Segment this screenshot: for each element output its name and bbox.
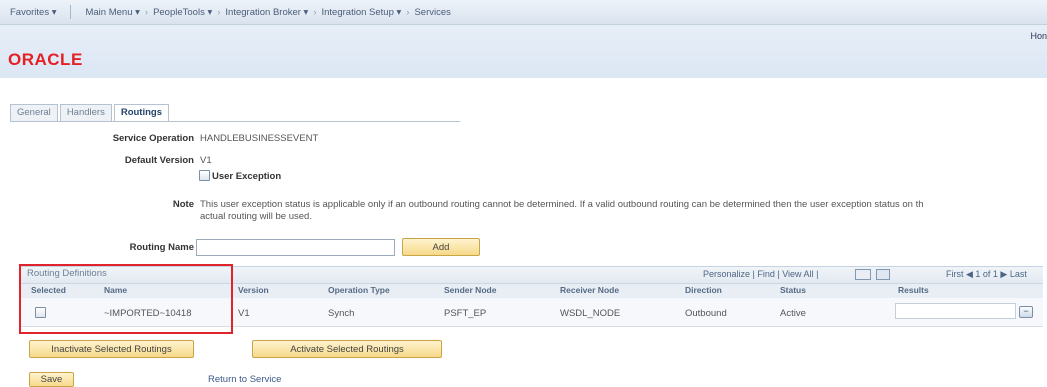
col-operation-type: Operation Type xyxy=(328,285,390,295)
col-status: Status xyxy=(780,285,806,295)
user-exception-checkbox[interactable] xyxy=(199,170,210,181)
row-version: V1 xyxy=(238,308,250,319)
routing-name-input[interactable] xyxy=(196,239,395,256)
service-operation-label: Service Operation xyxy=(112,133,194,144)
return-to-service-link[interactable]: Return to Service xyxy=(208,374,281,385)
nav-services[interactable]: Services xyxy=(410,7,454,18)
oracle-logo: ORACLE xyxy=(8,50,83,69)
grid-personalize-links[interactable]: Personalize | Find | View All | xyxy=(703,269,818,279)
grid-pager[interactable]: First ◀ 1 of 1 ▶ Last xyxy=(946,269,1027,280)
breadcrumb-nav: Favorites ▾ Main Menu ▾ › PeopleTools ▾ … xyxy=(0,0,1047,25)
tab-routings[interactable]: Routings xyxy=(113,104,170,121)
col-results: Results xyxy=(898,285,929,295)
service-operation-value: HANDLEBUSINESSEVENT xyxy=(200,133,319,144)
col-receiver-node: Receiver Node xyxy=(560,285,620,295)
nav-integration-setup[interactable]: Integration Setup ▾ xyxy=(318,7,406,18)
row-status: Active xyxy=(780,308,806,319)
inactivate-selected-routings-button[interactable]: Inactivate Selected Routings xyxy=(29,340,194,358)
row-sender-node: PSFT_EP xyxy=(444,308,487,319)
row-results xyxy=(895,303,1016,319)
home-link[interactable]: Hon xyxy=(1030,31,1047,41)
row-direction: Outbound xyxy=(685,308,727,319)
user-exception-label: User Exception xyxy=(212,171,282,182)
page-tabs: General Handlers Routings xyxy=(10,104,460,122)
note-text-line1: This user exception status is applicable… xyxy=(200,199,924,210)
nav-favorites[interactable]: Favorites ▾ xyxy=(6,7,60,18)
col-version: Version xyxy=(238,285,269,295)
routing-name-label: Routing Name xyxy=(129,242,194,253)
tab-handlers[interactable]: Handlers xyxy=(59,104,112,121)
row-receiver-node: WSDL_NODE xyxy=(560,308,621,319)
nav-integration-broker[interactable]: Integration Broker ▾ xyxy=(221,7,312,18)
activate-selected-routings-button[interactable]: Activate Selected Routings xyxy=(252,340,442,358)
note-text-line2: actual routing will be used. xyxy=(200,211,312,222)
nav-peopletools[interactable]: PeopleTools ▾ xyxy=(149,7,216,18)
note-label: Note xyxy=(172,199,194,210)
col-sender-node: Sender Node xyxy=(444,285,497,295)
row-operation-type: Synch xyxy=(328,308,355,319)
grid-zoom-icon[interactable] xyxy=(855,269,871,280)
nav-main-menu[interactable]: Main Menu ▾ xyxy=(81,7,143,18)
delete-row-icon[interactable]: − xyxy=(1019,306,1033,318)
tab-general[interactable]: General xyxy=(10,104,58,121)
add-button[interactable]: Add xyxy=(402,238,480,256)
default-version-label: Default Version xyxy=(124,155,194,166)
default-version-value: V1 xyxy=(200,155,212,166)
highlight-annotation-box xyxy=(19,264,233,334)
grid-download-icon[interactable] xyxy=(876,269,890,280)
nav-divider xyxy=(70,5,72,19)
col-direction: Direction xyxy=(685,285,722,295)
